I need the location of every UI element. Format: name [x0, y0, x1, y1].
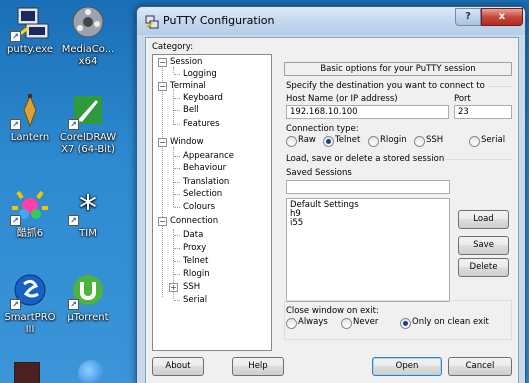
about-button[interactable]: About — [152, 357, 204, 376]
radio-ssh[interactable]: SSH — [414, 135, 443, 147]
desktop-icon-partial[interactable] — [78, 360, 104, 383]
list-item[interactable]: Default Settings — [290, 201, 446, 210]
tree-item-proxy[interactable]: Proxy — [183, 243, 206, 254]
lantern-icon: ↗ — [10, 92, 50, 130]
host-input[interactable]: 192.168.10.100 — [286, 105, 449, 119]
svg-text:*: * — [79, 188, 97, 226]
tree-item-translation[interactable]: Translation — [183, 177, 229, 188]
port-input[interactable]: 23 — [454, 105, 512, 119]
tree-item-bell[interactable]: Bell — [183, 105, 199, 116]
tree-item-terminal[interactable]: Terminal — [170, 81, 206, 92]
radio-raw[interactable]: Raw — [286, 135, 316, 147]
open-button[interactable]: Open — [372, 357, 442, 376]
tree-item-behaviour[interactable]: Behaviour — [183, 163, 226, 174]
desktop-icon-label: CorelDRAW X7 (64-Bit) — [59, 132, 117, 155]
cancel-button[interactable]: Cancel — [448, 357, 512, 376]
close-button[interactable]: x — [481, 8, 523, 26]
putty-icon: ↗ — [10, 4, 50, 42]
close-exit-label: Close window on exit: — [286, 306, 379, 316]
category-label: Category: — [152, 42, 194, 52]
smartpro-icon: ↗ — [10, 272, 50, 310]
title-bar[interactable]: PuTTY Configuration ? x — [137, 7, 525, 35]
destination-group-label: Specify the destination you want to conn… — [286, 81, 488, 91]
radio-never[interactable]: Never — [341, 317, 378, 329]
radio-serial[interactable]: Serial — [469, 135, 505, 147]
tree-item-appearance[interactable]: Appearance — [183, 151, 234, 162]
saved-sessions-label: Saved Sessions — [286, 168, 352, 178]
port-label: Port — [454, 94, 471, 104]
sessions-group-label: Load, save or delete a stored session — [286, 154, 448, 164]
radio-always[interactable]: Always — [286, 317, 328, 329]
load-button[interactable]: Load — [458, 210, 509, 229]
putty-window: PuTTY Configuration ? x Category: − Sess… — [136, 6, 526, 383]
desktop-icon-utorrent[interactable]: ↗ µTorrent — [52, 272, 124, 324]
radio-telnet[interactable]: Telnet — [323, 135, 360, 147]
list-item[interactable]: h9 — [290, 210, 446, 219]
tree-item-connection[interactable]: Connection — [170, 216, 218, 227]
tree-item-features[interactable]: Features — [183, 119, 220, 130]
expand-icon[interactable]: + — [169, 283, 178, 292]
desktop-icon-tim[interactable]: * ↗ TIM — [52, 188, 124, 240]
app-icon: ↗ — [10, 188, 50, 226]
radio-rlogin[interactable]: Rlogin — [368, 135, 407, 147]
help-title-button[interactable]: ? — [455, 8, 481, 26]
delete-button[interactable]: Delete — [458, 258, 509, 277]
conn-type-label: Connection type: — [286, 124, 359, 134]
category-tree[interactable]: − Session Logging − Terminal Keyboard Be… — [152, 54, 272, 351]
panel-header: Basic options for your PuTTY session — [284, 62, 512, 76]
tree-item-selection[interactable]: Selection — [183, 189, 222, 200]
help-button[interactable]: Help — [232, 357, 284, 376]
putty-icon — [145, 14, 159, 29]
collapse-icon[interactable]: − — [158, 58, 167, 67]
tree-item-keyboard[interactable]: Keyboard — [183, 93, 223, 104]
tree-item-logging[interactable]: Logging — [183, 69, 217, 80]
window-title: PuTTY Configuration — [163, 14, 275, 27]
tree-item-window[interactable]: Window — [170, 137, 204, 148]
tree-item-ssh[interactable]: SSH — [183, 282, 200, 293]
collapse-icon[interactable]: − — [158, 82, 167, 91]
tree-item-telnet[interactable]: Telnet — [183, 256, 208, 267]
desktop-icon-partial[interactable] — [14, 362, 40, 383]
tree-item-colours[interactable]: Colours — [183, 202, 215, 213]
desktop-icon-coreldraw[interactable]: ↗ CorelDRAW X7 (64-Bit) — [52, 92, 124, 156]
dialog-client: Category: − Session Logging − Terminal K… — [145, 37, 519, 383]
desktop-icon-label: TIM — [79, 228, 97, 239]
radio-clean-exit[interactable]: Only on clean exit — [400, 317, 489, 329]
desktop-icon-label: µTorrent — [67, 312, 109, 323]
tree-item-rlogin[interactable]: Rlogin — [183, 269, 210, 280]
tree-item-data[interactable]: Data — [183, 230, 203, 241]
host-label: Host Name (or IP address) — [286, 94, 398, 104]
collapse-icon[interactable]: − — [158, 138, 167, 147]
mediacoder-icon — [68, 4, 108, 42]
collapse-icon[interactable]: − — [158, 217, 167, 226]
save-button[interactable]: Save — [458, 236, 509, 255]
sessions-list[interactable]: Default Settings h9 i55 — [286, 198, 450, 302]
tree-item-session[interactable]: Session — [170, 57, 202, 68]
saved-sessions-input[interactable] — [286, 180, 450, 194]
coreldraw-icon: ↗ — [68, 92, 108, 130]
tree-item-serial[interactable]: Serial — [183, 295, 207, 306]
list-item[interactable]: i55 — [290, 219, 446, 228]
desktop-icon-mediacoder[interactable]: MediaCo... x64 — [52, 4, 124, 68]
desktop-icon-label: MediaCo... x64 — [61, 44, 115, 67]
tim-icon: * ↗ — [68, 188, 108, 229]
utorrent-icon: ↗ — [68, 272, 108, 310]
